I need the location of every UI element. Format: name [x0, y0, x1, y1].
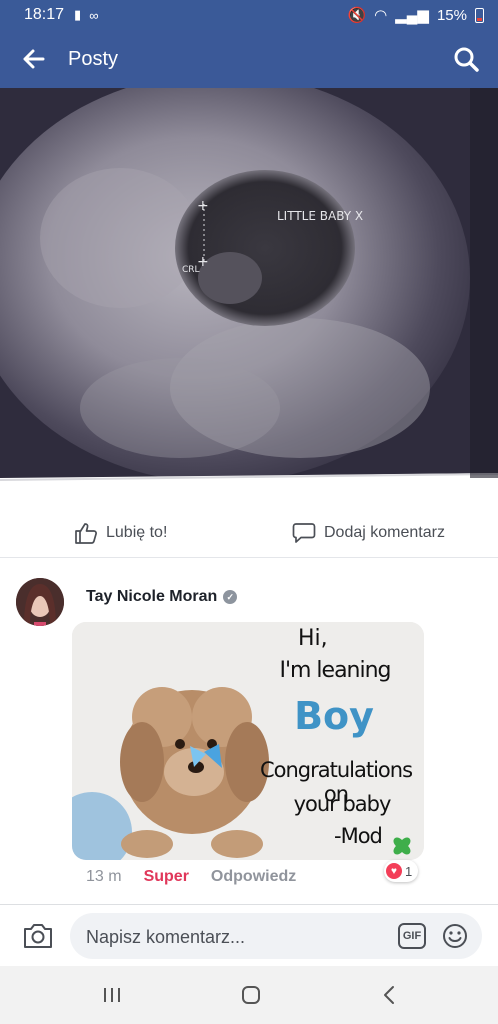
- home-icon: [242, 986, 260, 1004]
- camera-icon: [24, 924, 52, 948]
- comment-author[interactable]: Tay Nicole Moran ✓: [86, 588, 238, 606]
- voicemail-icon: ∞: [89, 7, 99, 23]
- battery-icon: [475, 7, 484, 23]
- meme-line-your-baby: your baby: [293, 792, 392, 816]
- heart-icon: ♥: [386, 863, 402, 879]
- comment-input[interactable]: Napisz komentarz... GIF: [70, 913, 482, 959]
- comment-time: 13 m: [86, 868, 122, 885]
- camera-button[interactable]: [22, 921, 54, 951]
- sim-card-icon: ▮: [74, 7, 82, 22]
- post-actions: Lubię to! Dodaj komentarz: [0, 508, 498, 558]
- signal-icon: ▂▄▆: [395, 7, 429, 24]
- battery-percent: 15%: [436, 6, 467, 24]
- profile-photo-icon: [16, 578, 64, 626]
- meme-line-mod: -Mod: [334, 824, 383, 848]
- meme-line-boy: Boy: [294, 694, 374, 738]
- like-button[interactable]: Lubię to!: [74, 522, 167, 544]
- add-comment-button[interactable]: Dodaj komentarz: [292, 522, 445, 544]
- gif-button[interactable]: GIF: [398, 923, 426, 949]
- mute-icon: 🔇: [347, 7, 367, 24]
- ultrasound-image: + + CRL LITTLE BABY X: [0, 88, 498, 508]
- home-button[interactable]: [221, 966, 281, 1024]
- system-nav-bar: [0, 966, 498, 1024]
- svg-text:+: +: [197, 198, 209, 214]
- page-title: Posty: [68, 47, 119, 70]
- post-photo[interactable]: + + CRL LITTLE BABY X: [0, 88, 498, 508]
- thumbs-up-icon: [75, 523, 97, 544]
- chevron-left-icon: [384, 986, 394, 1004]
- reply-button[interactable]: Odpowiedz: [211, 868, 296, 886]
- meme-line-hi: Hi,: [298, 626, 328, 651]
- author-name: Tay Nicole Moran: [86, 588, 218, 605]
- status-time: 18:17: [24, 6, 65, 23]
- like-label: Lubię to!: [106, 524, 168, 541]
- ultrasound-annotation: LITTLE BABY X: [277, 209, 363, 223]
- comment-composer-bar: Napisz komentarz... GIF: [0, 904, 498, 966]
- crl-label: CRL: [182, 265, 200, 275]
- comment-meta: 13 m Super Odpowiedz: [86, 868, 296, 886]
- search-icon: [454, 47, 479, 72]
- status-bar: 18:17 ▮ ∞ 🔇 ◠ ▂▄▆ 15%: [0, 0, 498, 30]
- add-comment-label: Dodaj komentarz: [324, 524, 445, 541]
- verified-badge-icon: ✓: [223, 590, 238, 604]
- back-arrow-icon: [23, 49, 45, 69]
- comment-placeholder: Napisz komentarz...: [86, 927, 246, 947]
- comment-image[interactable]: Hi, I'm leaning Boy Congratulations on y…: [72, 622, 424, 860]
- recent-apps-icon: [104, 988, 120, 1002]
- back-button[interactable]: [0, 30, 68, 88]
- system-back-button[interactable]: [360, 966, 420, 1024]
- search-button[interactable]: [434, 30, 498, 88]
- emoji-icon[interactable]: [442, 923, 468, 949]
- super-reaction-button[interactable]: Super: [144, 868, 189, 886]
- app-bar: Posty: [0, 30, 498, 88]
- recent-apps-button[interactable]: [82, 966, 142, 1024]
- reaction-count: 1: [405, 863, 413, 879]
- meme-line-leaning: I'm leaning: [279, 658, 391, 683]
- reaction-summary[interactable]: ♥ 1: [384, 860, 419, 882]
- comment-bubble-icon: [292, 523, 316, 543]
- wifi-icon: ◠: [374, 7, 388, 24]
- avatar[interactable]: [16, 578, 64, 626]
